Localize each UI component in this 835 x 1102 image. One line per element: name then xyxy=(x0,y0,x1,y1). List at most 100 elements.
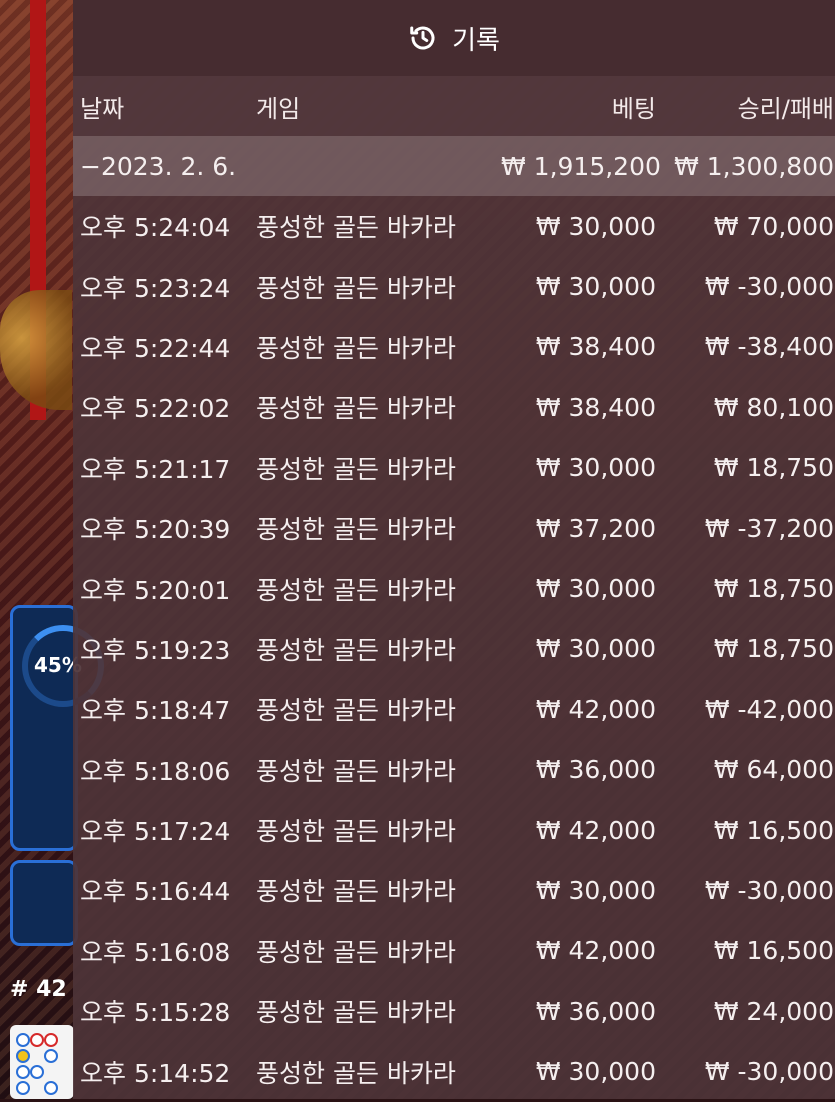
bet-spot-panel[interactable] xyxy=(10,860,78,946)
row-game: 풍성한 골든 바카라 xyxy=(256,696,456,726)
row-bet: ₩ 36,000 xyxy=(535,996,656,1026)
bead-dot xyxy=(16,1033,30,1047)
row-game: 풍성한 골든 바카라 xyxy=(256,937,456,967)
history-row[interactable]: 오후 5:20:39 풍성한 골든 바카라 ₩ 37,200 ₩ -37,200 xyxy=(73,498,835,558)
bead-dot xyxy=(30,1033,44,1047)
row-winloss: ₩ 70,000 xyxy=(713,211,834,241)
bead-dot xyxy=(44,1081,58,1095)
row-bet: ₩ 30,000 xyxy=(535,211,656,241)
row-winloss: ₩ 80,100 xyxy=(713,392,834,422)
bead-dot xyxy=(44,1033,58,1047)
row-bet: ₩ 30,000 xyxy=(535,574,656,604)
history-row[interactable]: 오후 5:21:17 풍성한 골든 바카라 ₩ 30,000 ₩ 18,750 xyxy=(73,438,835,498)
bead-road-board xyxy=(10,1025,74,1099)
bead-dot xyxy=(44,1049,58,1063)
row-winloss: ₩ 18,750 xyxy=(713,634,834,664)
row-game: 풍성한 골든 바카라 xyxy=(256,273,456,303)
row-winloss: ₩ -30,000 xyxy=(704,272,834,302)
column-game: 게임 xyxy=(256,94,301,123)
row-bet: ₩ 30,000 xyxy=(535,453,656,483)
row-bet: ₩ 30,000 xyxy=(535,272,656,302)
row-bet: ₩ 37,200 xyxy=(535,513,656,543)
history-row[interactable]: 오후 5:17:24 풍성한 골든 바카라 ₩ 42,000 ₩ 16,500 xyxy=(73,800,835,860)
history-row[interactable]: 오후 5:16:08 풍성한 골든 바카라 ₩ 42,000 ₩ 16,500 xyxy=(73,921,835,981)
history-title: 기록 xyxy=(452,25,500,56)
row-game: 풍성한 골든 바카라 xyxy=(256,756,456,786)
row-time: 오후 5:19:23 xyxy=(80,635,231,665)
date-group-winloss: ₩ 1,300,800 xyxy=(674,151,834,181)
bead-dot xyxy=(30,1065,44,1079)
row-winloss: ₩ -38,400 xyxy=(704,332,834,362)
row-game: 풍성한 골든 바카라 xyxy=(256,877,456,907)
row-time: 오후 5:20:01 xyxy=(80,575,231,605)
row-time: 오후 5:24:04 xyxy=(80,213,231,243)
row-winloss: ₩ 24,000 xyxy=(713,996,834,1026)
row-bet: ₩ 30,000 xyxy=(535,875,656,905)
row-winloss: ₩ 64,000 xyxy=(713,755,834,785)
row-bet: ₩ 38,400 xyxy=(535,392,656,422)
row-winloss: ₩ -37,200 xyxy=(704,513,834,543)
bead-dot xyxy=(16,1065,30,1079)
row-time: 오후 5:16:44 xyxy=(80,877,231,907)
row-time: 오후 5:18:06 xyxy=(80,756,231,786)
row-winloss: ₩ -30,000 xyxy=(704,875,834,905)
row-winloss: ₩ 16,500 xyxy=(713,936,834,966)
history-panel: 기록 날짜 게임 베팅 승리/패배 −2023. 2. 6. ₩ 1,915,2… xyxy=(73,0,835,1099)
row-time: 오후 5:18:47 xyxy=(80,696,231,726)
row-winloss: ₩ 18,750 xyxy=(713,574,834,604)
bead-dot xyxy=(16,1081,30,1095)
row-time: 오후 5:14:52 xyxy=(80,1058,231,1088)
row-time: 오후 5:17:24 xyxy=(80,817,231,847)
row-game: 풍성한 골든 바카라 xyxy=(256,998,456,1028)
row-time: 오후 5:16:08 xyxy=(80,937,231,967)
row-game: 풍성한 골든 바카라 xyxy=(256,213,456,243)
round-number: # 42 xyxy=(10,977,67,1002)
history-rows: 오후 5:24:04 풍성한 골든 바카라 ₩ 30,000 ₩ 70,000 … xyxy=(73,196,835,1102)
history-row[interactable]: 오후 5:16:44 풍성한 골든 바카라 ₩ 30,000 ₩ -30,000 xyxy=(73,860,835,920)
row-game: 풍성한 골든 바카라 xyxy=(256,817,456,847)
history-icon xyxy=(410,26,435,50)
row-time: 오후 5:20:39 xyxy=(80,515,231,545)
history-row[interactable]: 오후 5:14:52 풍성한 골든 바카라 ₩ 30,000 ₩ -30,000 xyxy=(73,1041,835,1101)
bead-dot xyxy=(16,1049,30,1063)
history-row[interactable]: 오후 5:22:44 풍성한 골든 바카라 ₩ 38,400 ₩ -38,400 xyxy=(73,317,835,377)
row-winloss: ₩ 18,750 xyxy=(713,453,834,483)
date-group-bet: ₩ 1,915,200 xyxy=(501,151,661,181)
row-time: 오후 5:22:44 xyxy=(80,333,231,363)
history-row[interactable]: 오후 5:24:04 풍성한 골든 바카라 ₩ 30,000 ₩ 70,000 xyxy=(73,196,835,256)
column-bet: 베팅 xyxy=(611,94,656,123)
history-row[interactable]: 오후 5:22:02 풍성한 골든 바카라 ₩ 38,400 ₩ 80,100 xyxy=(73,377,835,437)
history-row[interactable]: 오후 5:23:24 풍성한 골든 바카라 ₩ 30,000 ₩ -30,000 xyxy=(73,256,835,316)
row-bet: ₩ 38,400 xyxy=(535,332,656,362)
row-game: 풍성한 골든 바카라 xyxy=(256,635,456,665)
row-game: 풍성한 골든 바카라 xyxy=(256,1058,456,1088)
column-winloss: 승리/패배 xyxy=(737,94,834,123)
row-game: 풍성한 골든 바카라 xyxy=(256,394,456,424)
row-game: 풍성한 골든 바카라 xyxy=(256,454,456,484)
history-row[interactable]: 오후 5:15:28 풍성한 골든 바카라 ₩ 36,000 ₩ 24,000 xyxy=(73,981,835,1041)
dragon-decoration xyxy=(0,290,72,410)
history-row[interactable]: 오후 5:18:47 풍성한 골든 바카라 ₩ 42,000 ₩ -42,000 xyxy=(73,679,835,739)
history-row[interactable]: 오후 5:18:06 풍성한 골든 바카라 ₩ 36,000 ₩ 64,000 xyxy=(73,740,835,800)
row-bet: ₩ 30,000 xyxy=(535,634,656,664)
row-time: 오후 5:15:28 xyxy=(80,998,231,1028)
row-bet: ₩ 42,000 xyxy=(535,815,656,845)
row-time: 오후 5:22:02 xyxy=(80,394,231,424)
row-bet: ₩ 30,000 xyxy=(535,1057,656,1087)
row-winloss: ₩ 16,500 xyxy=(713,815,834,845)
row-time: 오후 5:23:24 xyxy=(80,273,231,303)
history-row[interactable]: 오후 5:20:01 풍성한 골든 바카라 ₩ 30,000 ₩ 18,750 xyxy=(73,558,835,618)
row-winloss: ₩ -30,000 xyxy=(704,1057,834,1087)
column-headers: 날짜 게임 베팅 승리/패배 xyxy=(73,76,835,136)
row-bet: ₩ 42,000 xyxy=(535,694,656,724)
row-bet: ₩ 42,000 xyxy=(535,936,656,966)
history-row[interactable]: 오후 5:19:23 풍성한 골든 바카라 ₩ 30,000 ₩ 18,750 xyxy=(73,619,835,679)
column-date: 날짜 xyxy=(80,94,125,123)
date-group-toggle[interactable]: −2023. 2. 6. ₩ 1,915,200 ₩ 1,300,800 xyxy=(73,136,835,196)
row-game: 풍성한 골든 바카라 xyxy=(256,575,456,605)
history-header: 기록 xyxy=(73,0,835,76)
row-game: 풍성한 골든 바카라 xyxy=(256,515,456,545)
row-game: 풍성한 골든 바카라 xyxy=(256,333,456,363)
date-group-label: −2023. 2. 6. xyxy=(80,151,237,181)
row-time: 오후 5:21:17 xyxy=(80,454,231,484)
